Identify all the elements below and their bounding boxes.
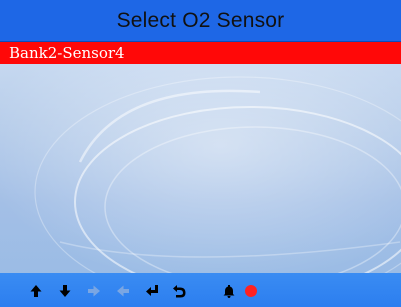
record-icon[interactable] <box>244 284 258 298</box>
toolbar <box>0 273 401 307</box>
arrow-right-icon <box>87 284 101 298</box>
page-title: Select O2 Sensor <box>116 9 285 32</box>
screen: Select O2 Sensor Bank2-Sensor4 <box>0 0 401 307</box>
arrow-down-icon[interactable] <box>58 284 72 298</box>
arrow-left-icon <box>116 284 130 298</box>
arrow-up-icon[interactable] <box>29 284 43 298</box>
enter-icon[interactable] <box>145 284 159 298</box>
back-icon[interactable] <box>172 284 186 298</box>
list-item-label: Bank2-Sensor4 <box>9 44 125 62</box>
background-swoosh <box>0 42 401 273</box>
content-area: Bank2-Sensor4 <box>0 42 401 273</box>
bell-icon[interactable] <box>222 284 236 298</box>
list-item[interactable]: Bank2-Sensor4 <box>0 42 401 64</box>
title-bar: Select O2 Sensor <box>0 0 401 42</box>
